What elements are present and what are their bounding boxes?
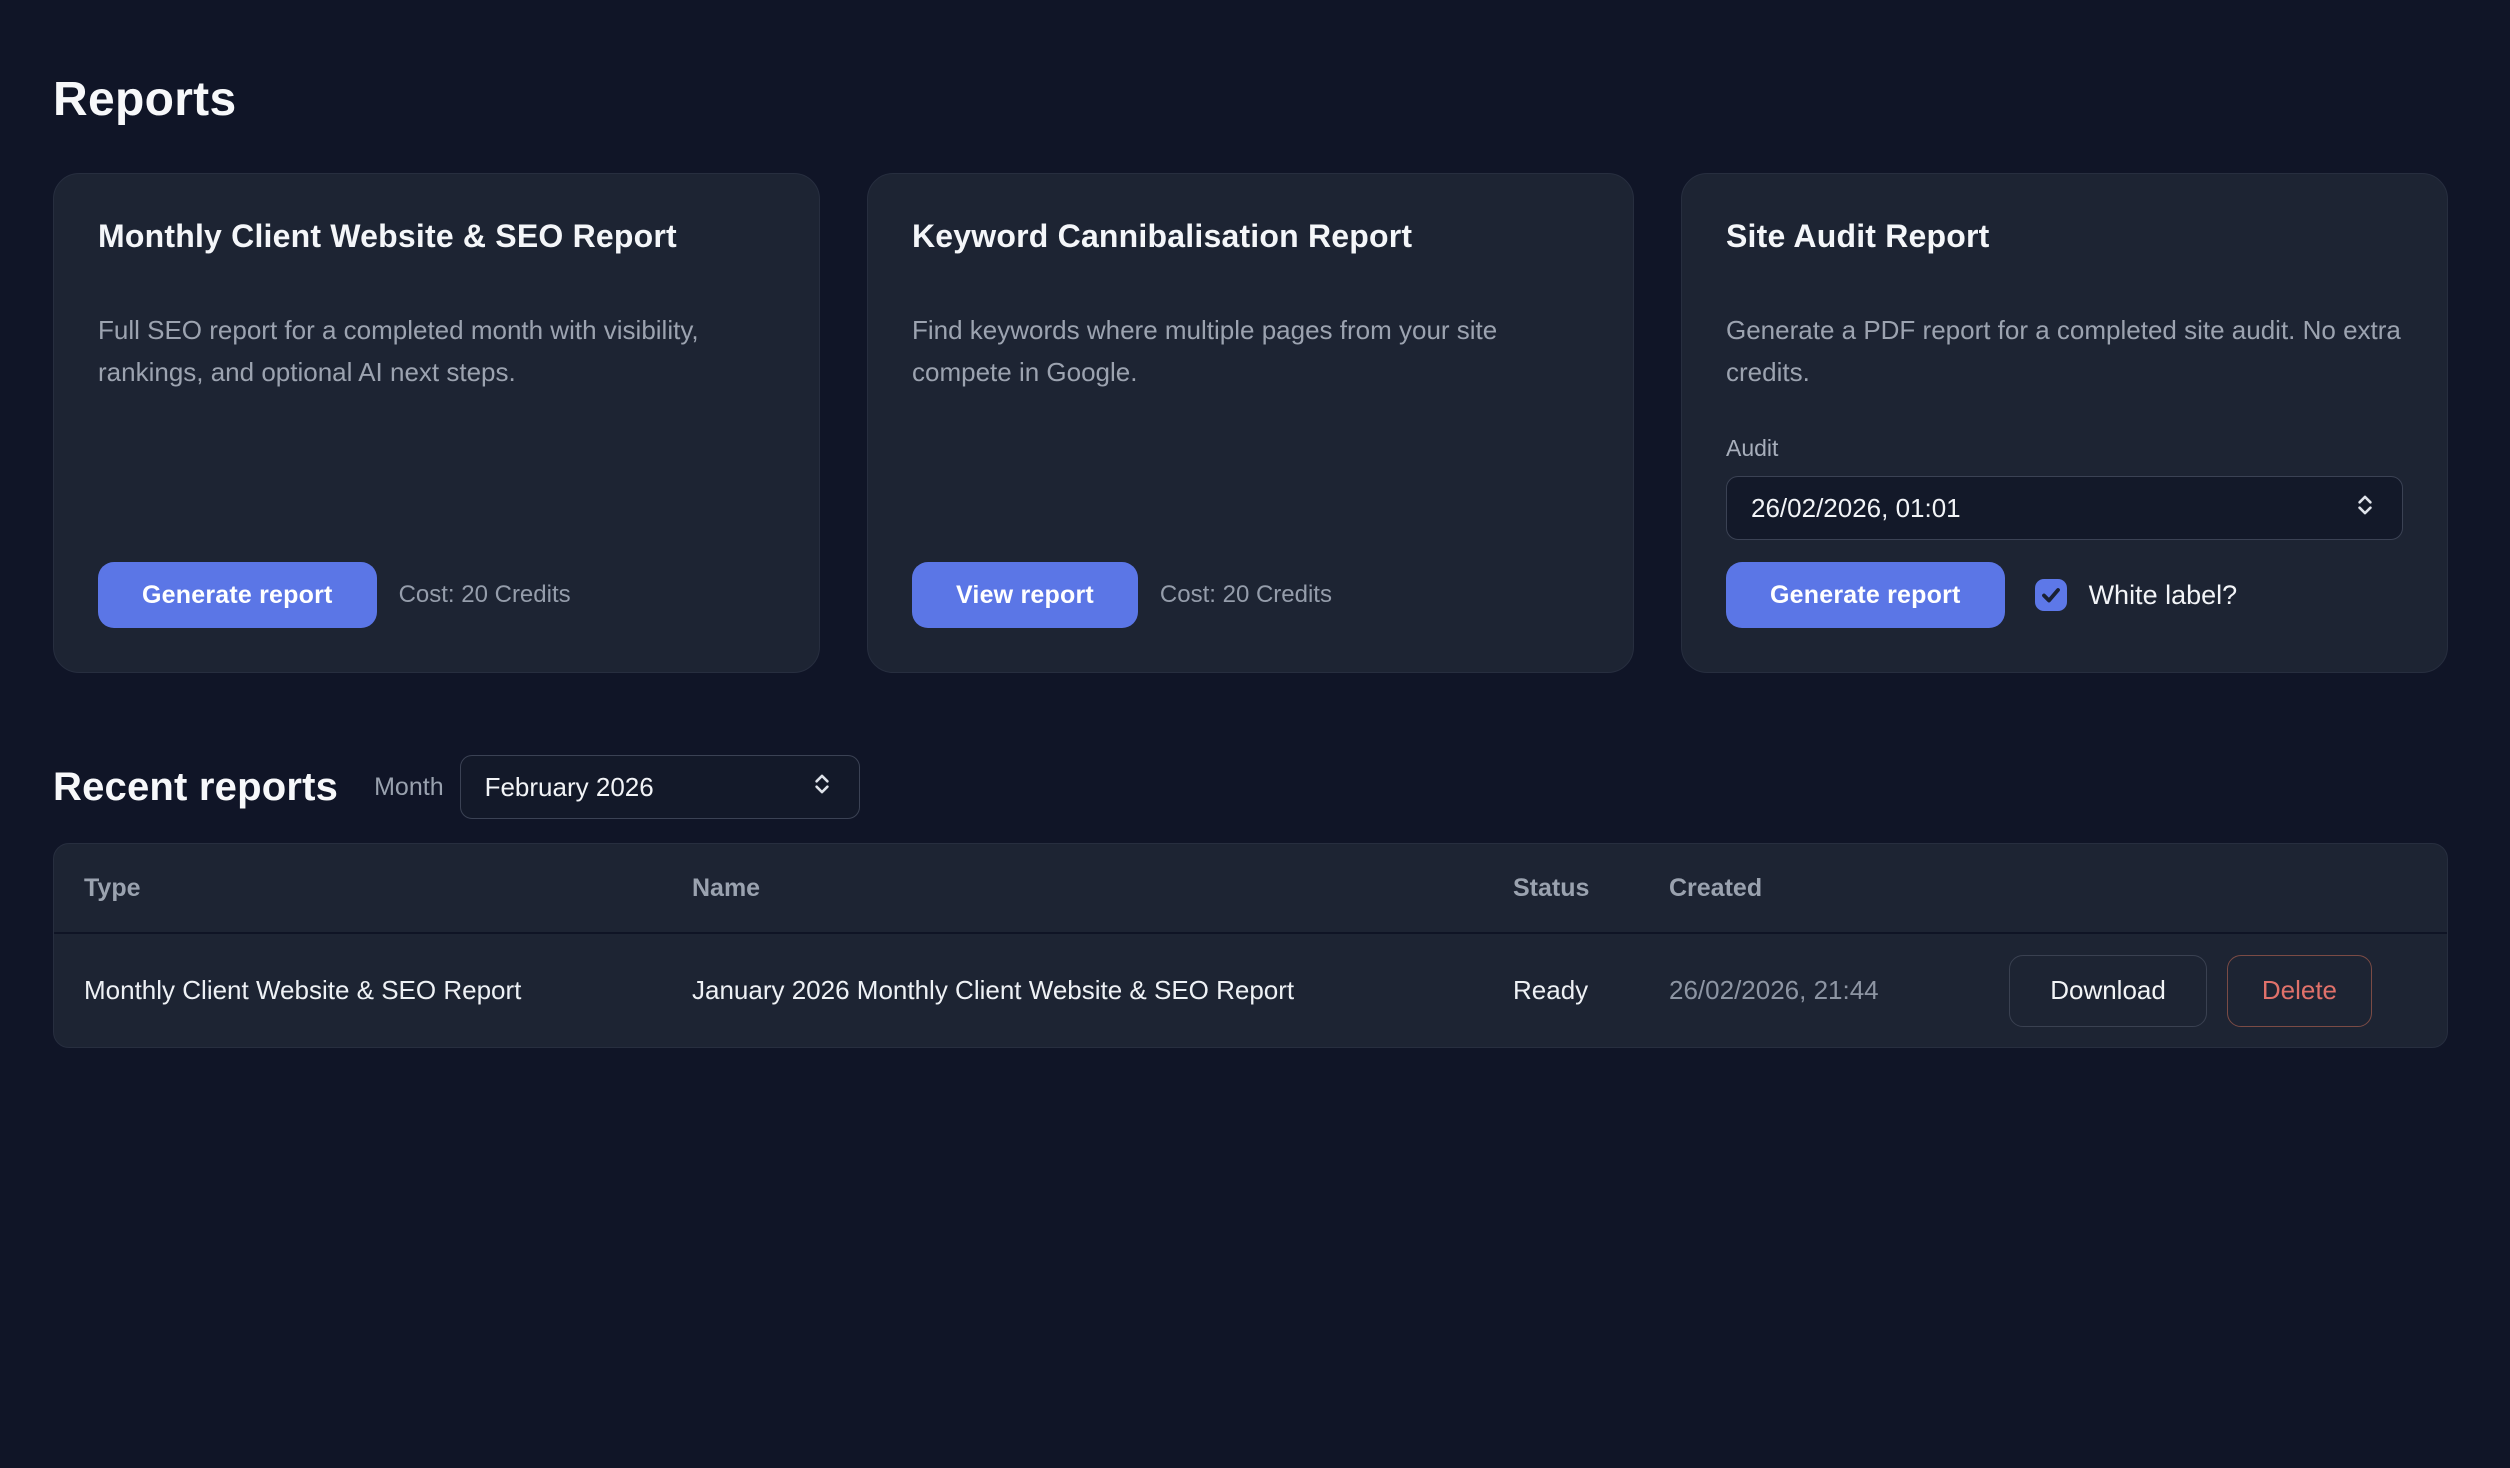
card-keyword-cannibalisation: Keyword Cannibalisation Report Find keyw…	[867, 173, 1634, 673]
month-select-value: February 2026	[485, 772, 654, 803]
column-header-status: Status	[1513, 874, 1669, 903]
card-description: Find keywords where multiple pages from …	[912, 309, 1589, 393]
white-label-checkbox-label[interactable]: White label?	[2089, 580, 2238, 611]
recent-reports-title: Recent reports	[53, 765, 338, 810]
cost-label: Cost: 20 Credits	[399, 581, 571, 609]
card-description: Full SEO report for a completed month wi…	[98, 309, 775, 393]
month-select[interactable]: February 2026	[460, 755, 860, 819]
column-header-type: Type	[84, 874, 692, 903]
checkmark-icon	[2039, 583, 2063, 607]
card-site-audit: Site Audit Report Generate a PDF report …	[1681, 173, 2448, 673]
generate-report-button[interactable]: Generate report	[98, 562, 377, 628]
recent-reports-header: Recent reports Month February 2026	[53, 755, 2448, 819]
white-label-checkbox[interactable]	[2035, 579, 2067, 611]
view-report-button[interactable]: View report	[912, 562, 1138, 628]
table-header: Type Name Status Created	[54, 844, 2447, 934]
audit-select[interactable]: 26/02/2026, 01:01	[1726, 476, 2403, 540]
table-row: Monthly Client Website & SEO Report Janu…	[54, 934, 2447, 1047]
audit-select-value: 26/02/2026, 01:01	[1751, 493, 1961, 524]
report-cards: Monthly Client Website & SEO Report Full…	[53, 173, 2448, 673]
cost-label: Cost: 20 Credits	[1160, 581, 1332, 609]
audit-select-label: Audit	[1726, 435, 2403, 462]
recent-reports-table: Type Name Status Created Monthly Client …	[53, 843, 2448, 1048]
column-header-created: Created	[1669, 874, 1992, 903]
report-name-cell: January 2026 Monthly Client Website & SE…	[692, 975, 1513, 1006]
column-header-name: Name	[692, 874, 1513, 903]
card-description: Generate a PDF report for a completed si…	[1726, 309, 2403, 393]
card-monthly-seo-report: Monthly Client Website & SEO Report Full…	[53, 173, 820, 673]
page-title: Reports	[53, 72, 2448, 127]
chevron-up-down-icon	[809, 771, 835, 804]
delete-button[interactable]: Delete	[2227, 955, 2372, 1027]
report-status-cell: Ready	[1513, 975, 1669, 1006]
chevron-up-down-icon	[2352, 492, 2378, 525]
card-title: Keyword Cannibalisation Report	[912, 218, 1589, 255]
reports-page: Reports Monthly Client Website & SEO Rep…	[0, 0, 2510, 1048]
download-button[interactable]: Download	[2009, 955, 2207, 1027]
white-label-option: White label?	[2035, 579, 2238, 611]
report-type-cell: Monthly Client Website & SEO Report	[84, 975, 692, 1006]
card-actions: View report Cost: 20 Credits	[912, 562, 1589, 628]
row-actions: Download Delete	[1992, 955, 2417, 1027]
card-title: Monthly Client Website & SEO Report	[98, 218, 775, 255]
card-title: Site Audit Report	[1726, 218, 2403, 255]
report-created-cell: 26/02/2026, 21:44	[1669, 975, 1992, 1006]
card-actions: Generate report Cost: 20 Credits	[98, 562, 775, 628]
generate-report-button[interactable]: Generate report	[1726, 562, 2005, 628]
month-filter-label: Month	[374, 773, 443, 802]
card-actions: Generate report White label?	[1726, 562, 2403, 628]
